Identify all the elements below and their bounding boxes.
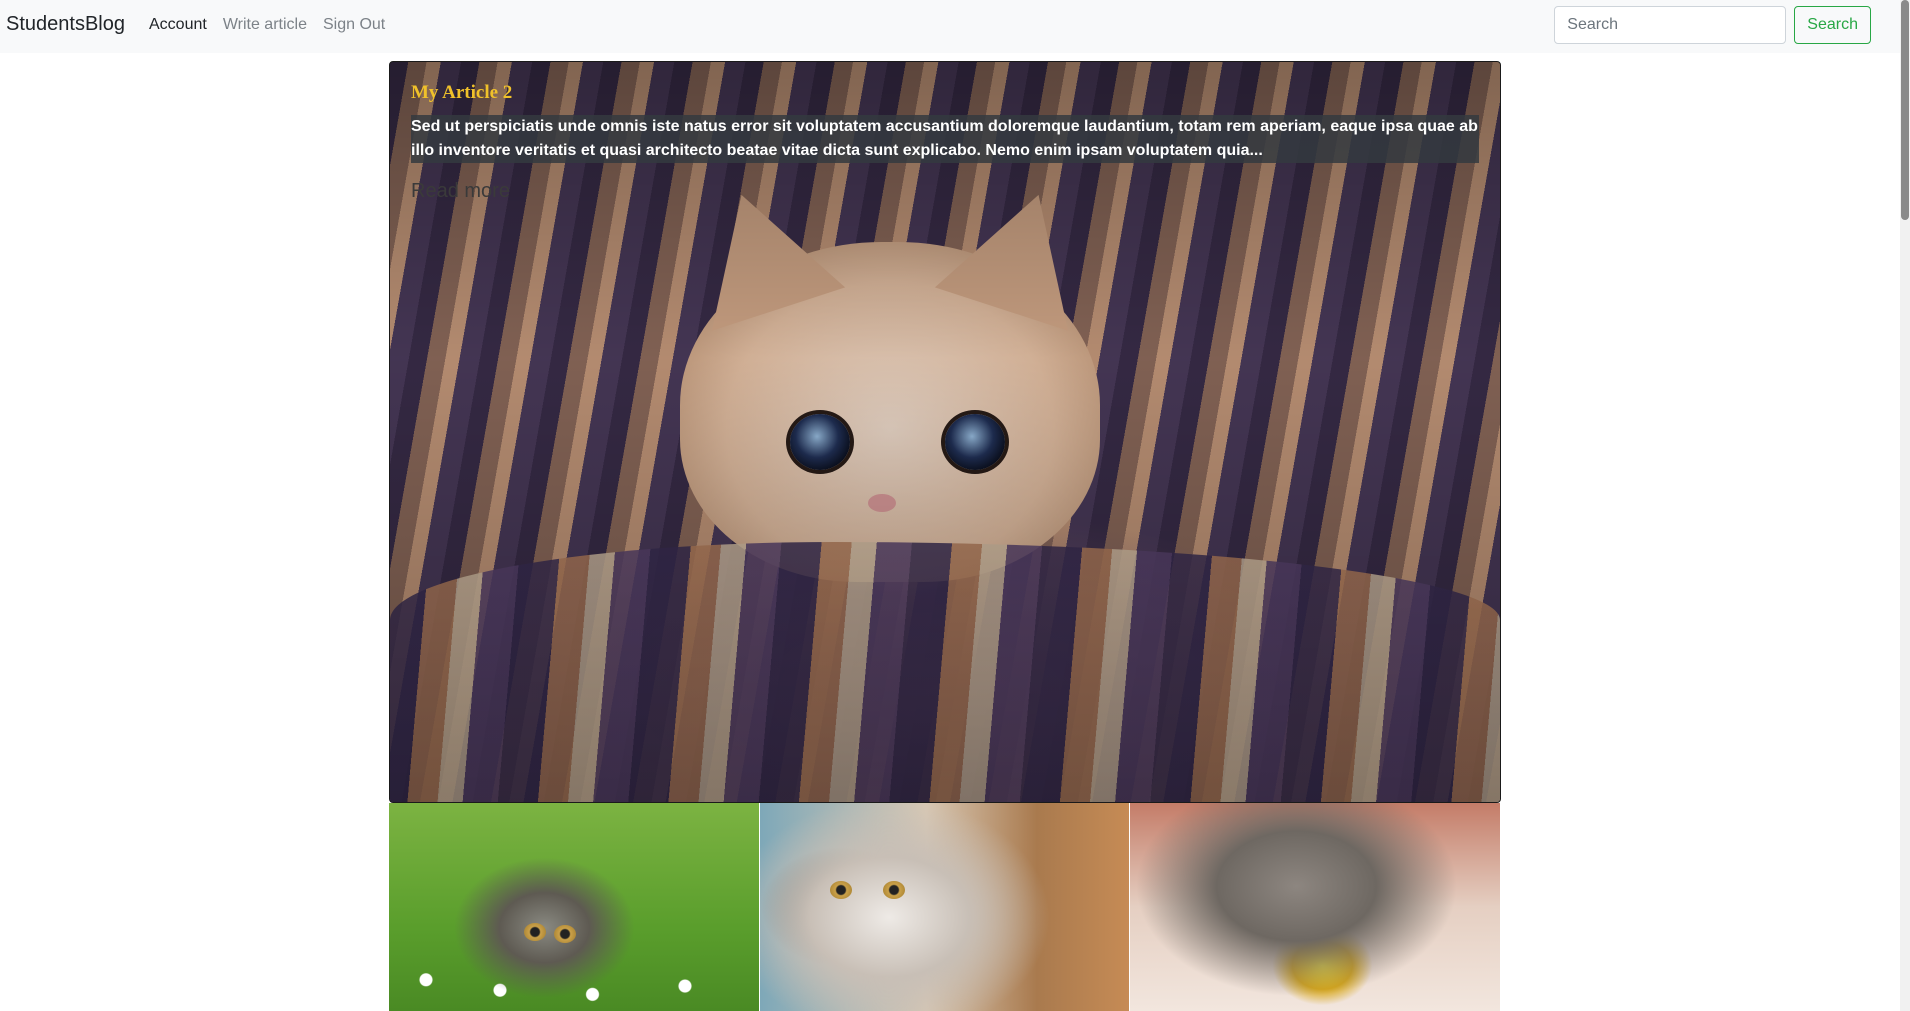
kitten-nose <box>868 494 896 512</box>
brand-link[interactable]: StudentsBlog <box>6 13 125 36</box>
thumbnail-gray-cat-with-cupcake[interactable] <box>1130 803 1501 1011</box>
featured-article-card[interactable]: My Article 2 Sed ut perspiciatis unde om… <box>389 61 1501 803</box>
top-navbar: StudentsBlog Account Write article Sign … <box>0 0 1900 53</box>
article-excerpt: Sed ut perspiciatis unde omnis iste natu… <box>411 115 1479 163</box>
cat-eye <box>829 881 852 899</box>
search-form: Search <box>1554 6 1871 44</box>
cat-eye <box>524 923 546 941</box>
thumbnail-kitten-in-grass[interactable] <box>389 803 759 1011</box>
search-input[interactable] <box>1554 6 1787 44</box>
cat-eye <box>882 881 905 899</box>
page-scrollbar[interactable] <box>1900 0 1910 1011</box>
featured-article-body: My Article 2 Sed ut perspiciatis unde om… <box>411 82 1479 203</box>
blanket-image <box>390 542 1500 802</box>
cat-eye <box>554 925 576 943</box>
read-more-link[interactable]: Read more <box>411 180 510 203</box>
article-thumbnails <box>389 803 1501 1011</box>
kitten-eye-left <box>790 414 850 470</box>
nav-write-article-link[interactable]: Write article <box>223 16 307 34</box>
article-title: My Article 2 <box>411 82 513 103</box>
nav-links: Account Write article Sign Out <box>149 16 401 34</box>
scrollbar-thumb[interactable] <box>1901 0 1909 220</box>
search-button[interactable]: Search <box>1794 6 1871 44</box>
thumbnail-calico-cat[interactable] <box>759 803 1130 1011</box>
nav-account-link[interactable]: Account <box>149 16 207 34</box>
nav-sign-out-link[interactable]: Sign Out <box>323 16 385 34</box>
kitten-eye-right <box>945 414 1005 470</box>
